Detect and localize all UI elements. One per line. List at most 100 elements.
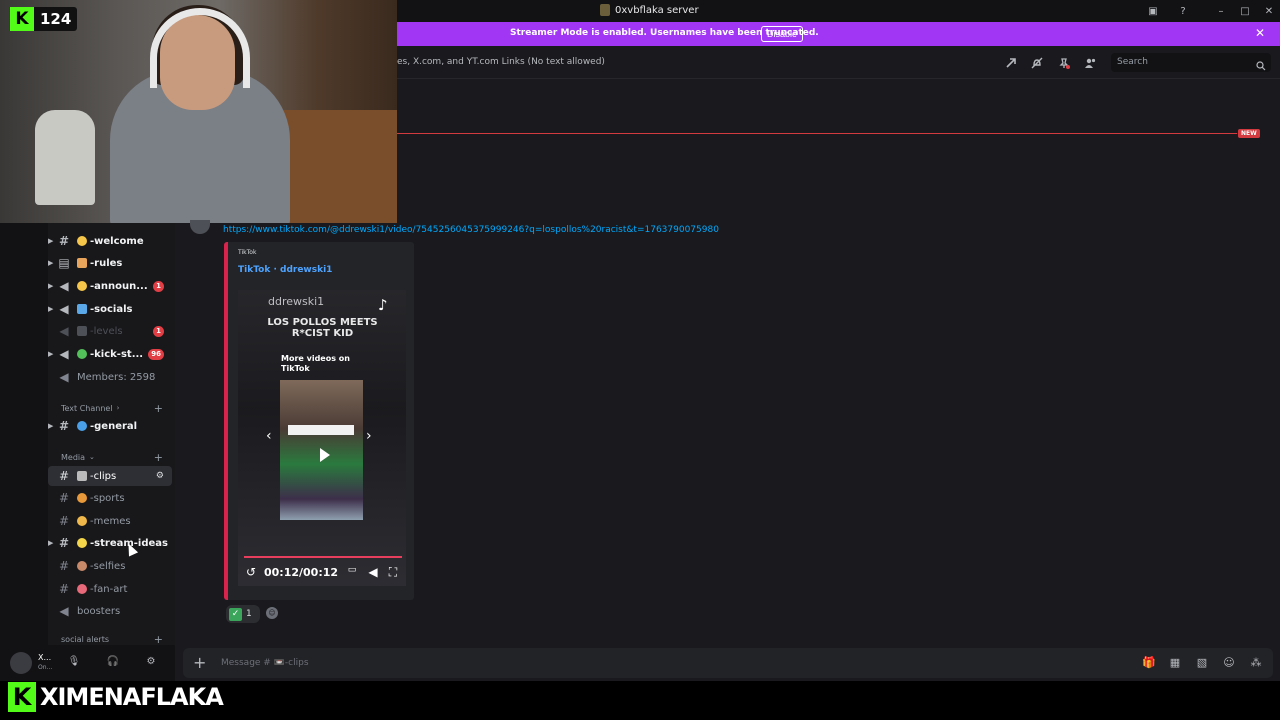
embed-author[interactable]: TikTok · ddrewski1: [238, 265, 332, 275]
wave-emoji-icon: [77, 236, 87, 246]
channel-label: -rules: [90, 257, 123, 269]
play-icon[interactable]: [320, 448, 330, 462]
category-social-alerts[interactable]: social alerts +: [61, 634, 171, 644]
channel-label: boosters: [77, 605, 121, 617]
speaker-icon: ◀: [59, 370, 69, 384]
microphone-icon[interactable]: 🎙: [67, 656, 81, 670]
laugh-emoji-icon: [77, 516, 87, 526]
category-label: Media: [61, 452, 86, 462]
channel-label: -memes: [90, 515, 131, 527]
channel-label: -general: [90, 420, 138, 432]
channel-stream-ideas[interactable]: # -stream-ideas: [48, 533, 172, 553]
channel-general[interactable]: # -general: [48, 416, 172, 436]
new-badge: NEW: [1238, 129, 1260, 138]
channel-sports[interactable]: # -sports: [48, 488, 172, 508]
channel-boosters[interactable]: ◀ boosters: [48, 601, 172, 621]
message-author-avatar[interactable]: [190, 220, 210, 234]
channel-label: -clips: [90, 470, 117, 482]
headphones-icon[interactable]: 🎧: [106, 656, 120, 670]
channel-fan-art[interactable]: # -fan-art: [48, 579, 172, 599]
channel-levels[interactable]: ◀ -levels 1: [48, 321, 172, 341]
channel-label: -levels: [90, 325, 123, 337]
category-media[interactable]: Media ⌄ +: [61, 450, 171, 464]
megaphone-icon: ◀: [59, 302, 69, 316]
settings-gear-icon[interactable]: ⚙: [144, 656, 158, 670]
member-list-icon[interactable]: [1082, 55, 1098, 71]
reaction-checkmark[interactable]: ✓ 1: [226, 605, 260, 623]
sticker-icon[interactable]: ▧: [1195, 656, 1209, 670]
help-icon[interactable]: ?: [1176, 4, 1190, 18]
avatar[interactable]: [10, 652, 32, 674]
new-messages-divider: [397, 133, 1237, 134]
channel-label: -sports: [90, 492, 125, 504]
add-channel-icon[interactable]: +: [154, 402, 163, 415]
message-input[interactable]: [221, 655, 1021, 671]
attach-plus-icon[interactable]: +: [193, 653, 206, 672]
reaction-count: 1: [246, 609, 252, 619]
pin-icon[interactable]: [1056, 55, 1072, 71]
channel-rules[interactable]: ▤ -rules: [48, 253, 172, 273]
mute-bell-icon[interactable]: [1029, 55, 1045, 71]
category-text-channel[interactable]: Text Channel › +: [61, 401, 171, 415]
star-emoji-icon: [77, 281, 87, 291]
green-circle-emoji-icon: [77, 349, 87, 359]
channel-kick-stream[interactable]: ◀ -kick-st... 96: [48, 344, 172, 364]
add-channel-icon[interactable]: +: [154, 451, 163, 464]
rules-icon: ▤: [58, 256, 70, 270]
hashtag-icon: #: [58, 469, 70, 483]
add-reaction-icon[interactable]: ☺: [266, 607, 278, 619]
stream-overlay-bar: K XIMENAFLAKA: [0, 681, 1280, 720]
streamer-mode-banner: Streamer Mode is enabled. Usernames have…: [397, 22, 1280, 46]
channel-socials[interactable]: ◀ -socials: [48, 299, 172, 319]
kick-logo-icon: K: [10, 7, 34, 31]
inbox-icon[interactable]: ▣: [1146, 4, 1160, 18]
fullscreen-icon[interactable]: ⛶: [386, 565, 400, 579]
medal-emoji-icon: [77, 493, 87, 503]
close-icon[interactable]: ✕: [1255, 26, 1265, 40]
channel-announcements[interactable]: ◀ -announ... 1: [48, 276, 172, 296]
channel-selfies[interactable]: # -selfies: [48, 556, 172, 576]
channel-settings-icon[interactable]: ⚙: [156, 471, 164, 481]
palette-emoji-icon: [77, 584, 87, 594]
minimize-icon[interactable]: –: [1214, 4, 1228, 18]
selfie-emoji-icon: [77, 561, 87, 571]
unread-badge: 1: [153, 280, 164, 292]
replay-icon[interactable]: ↺: [244, 565, 258, 579]
window-title: 0xvbflaka server: [600, 4, 699, 16]
user-panel: X... On... 🎙 🎧 ⚙: [0, 645, 175, 681]
maximize-icon[interactable]: □: [1238, 4, 1252, 18]
chevron-left-icon[interactable]: ‹: [266, 428, 272, 444]
discord-window: { "window": { "title": "0xvbflaka server…: [0, 0, 1280, 720]
category-label: Text Channel: [61, 403, 113, 413]
search-input[interactable]: Search: [1111, 53, 1271, 72]
video-progress-bar[interactable]: [244, 556, 402, 558]
videotape-emoji-icon: [77, 471, 87, 481]
channel-label: -fan-art: [90, 583, 128, 595]
webcam-overlay: K 124: [0, 0, 397, 223]
channel-topic[interactable]: es, X.com, and YT.com Links (No text all…: [397, 57, 605, 67]
thumbnail-caption: [288, 425, 354, 435]
chevron-right-icon[interactable]: ›: [366, 428, 372, 444]
channel-welcome[interactable]: # -welcome: [48, 231, 172, 251]
volume-icon[interactable]: ◀: [366, 565, 380, 579]
more-videos-label: More videos on TikTok: [281, 354, 350, 373]
channel-memes[interactable]: # -memes: [48, 511, 172, 531]
captions-icon[interactable]: ▭: [345, 565, 359, 579]
video-player[interactable]: ddrewski1 ♪ LOS POLLOS MEETS R*CIST KID …: [238, 290, 406, 586]
server-icon: [600, 4, 610, 16]
hashtag-icon: #: [58, 491, 70, 505]
video-time: 00:12/00:12: [264, 566, 339, 579]
apps-icon[interactable]: ⁂: [1249, 656, 1263, 670]
channel-members-count[interactable]: ◀ Members: 2598: [48, 367, 172, 387]
globe-emoji-icon: [77, 421, 87, 431]
window-close-icon[interactable]: ✕: [1262, 4, 1276, 18]
gift-icon[interactable]: 🎁: [1142, 656, 1156, 670]
message-link[interactable]: https://www.tiktok.com/@ddrewski1/video/…: [223, 225, 719, 235]
disable-button[interactable]: Disable: [761, 26, 804, 42]
megaphone-icon: ◀: [59, 347, 69, 361]
channel-clips[interactable]: # -clips ⚙: [48, 466, 172, 486]
threads-icon[interactable]: [1003, 55, 1019, 71]
add-channel-icon[interactable]: +: [154, 634, 163, 644]
gif-icon[interactable]: ▦: [1168, 656, 1182, 670]
emoji-icon[interactable]: ☺: [1222, 656, 1236, 670]
